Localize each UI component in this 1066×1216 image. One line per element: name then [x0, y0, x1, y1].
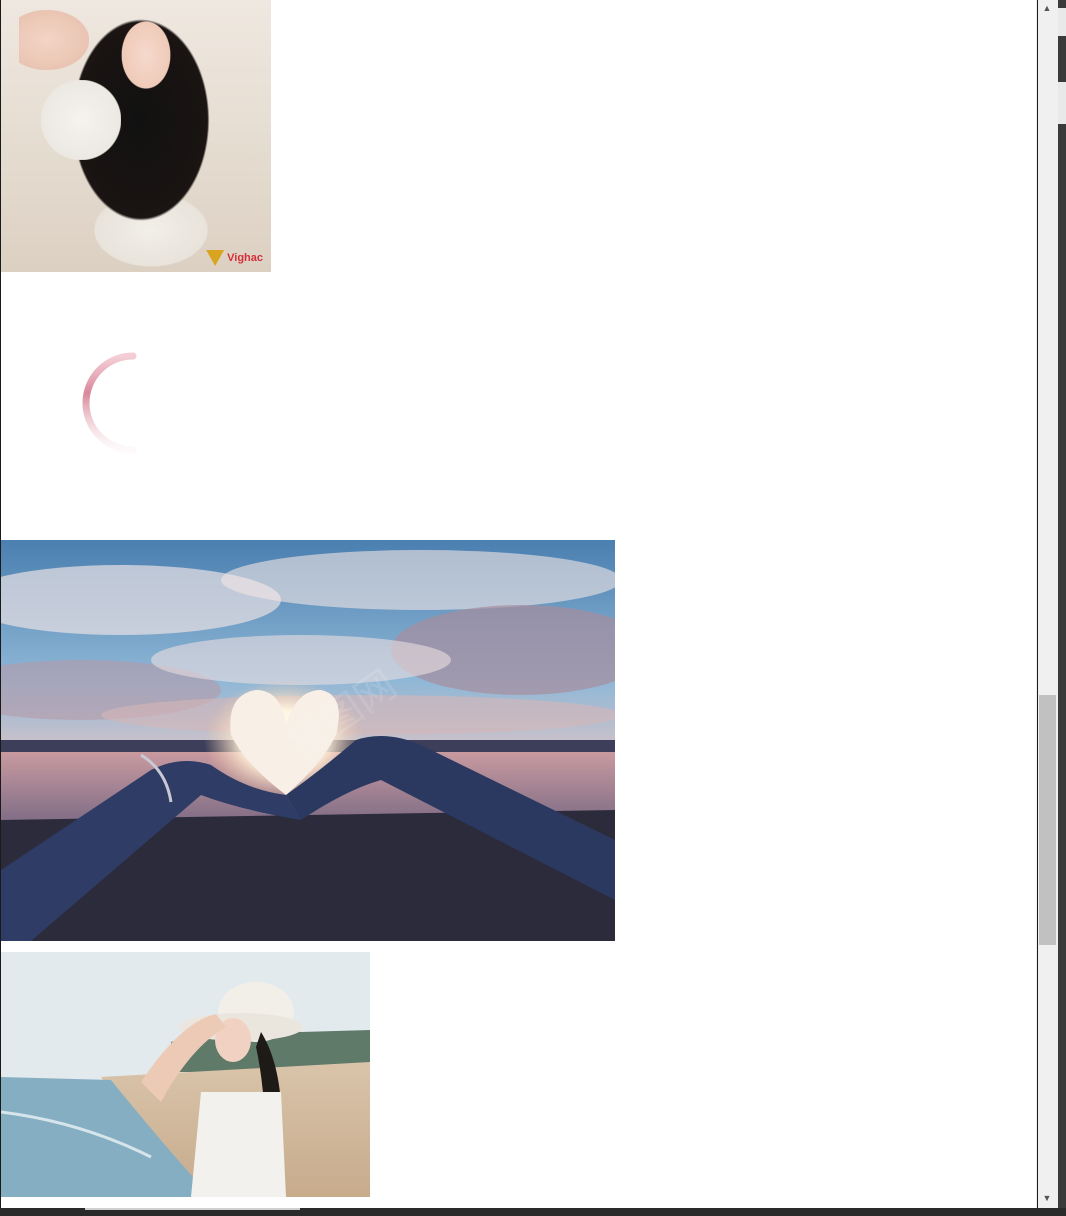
- edge-segment: [1058, 82, 1066, 124]
- portrait-selfie-image[interactable]: Vighac: [1, 0, 271, 272]
- scroll-up-icon[interactable]: ▲: [1037, 0, 1057, 16]
- browser-window: Vighac 摄图网 ▲ ▼: [0, 0, 1066, 1216]
- beach-hat-woman-image[interactable]: [1, 952, 370, 1197]
- loading-spinner-icon: [81, 352, 183, 454]
- page-viewport: Vighac 摄图网: [0, 0, 1035, 1208]
- window-bottom-edge: [0, 1208, 1066, 1216]
- bottom-highlight: [85, 1208, 300, 1210]
- window-right-edge: [1058, 0, 1066, 1216]
- peace-sign-hand: [19, 10, 89, 70]
- watermark-logo: Vighac: [206, 250, 263, 266]
- scroll-down-icon[interactable]: ▼: [1037, 1190, 1057, 1206]
- edge-segment: [1058, 8, 1066, 36]
- shirt-area: [41, 80, 121, 160]
- heart-hands-sunset-image[interactable]: 摄图网: [1, 540, 615, 941]
- scrollbar-divider: [1037, 0, 1038, 1216]
- scrollbar-thumb[interactable]: [1039, 695, 1056, 945]
- logo-icon: [206, 250, 225, 266]
- watermark-text: Vighac: [227, 252, 263, 264]
